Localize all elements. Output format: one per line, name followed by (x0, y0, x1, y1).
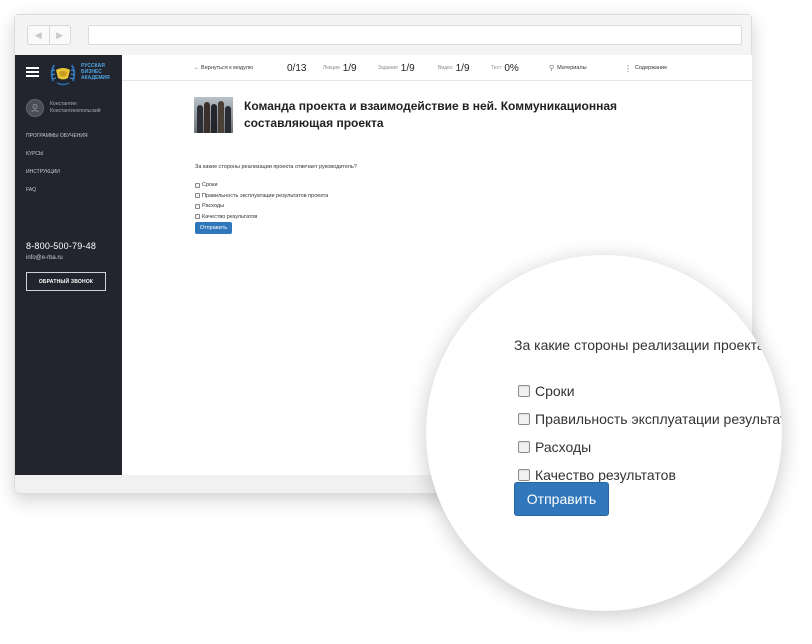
support-phone[interactable]: 8-800-500-79-48 (26, 241, 96, 251)
lesson-thumbnail-image (194, 97, 233, 133)
user-avatar-icon (26, 99, 44, 117)
support-email[interactable]: info@e-rba.ru (26, 255, 63, 261)
lesson-topbar: ← Вернуться к модулю 0/13 Лекции 1/9 Зада… (122, 55, 752, 81)
quiz-question: За какие стороны реализации проекта отве… (195, 164, 357, 170)
callback-button[interactable]: Обратный звонок (26, 272, 106, 291)
sidebar-item-programs[interactable]: Программы обучения (26, 133, 88, 139)
zoomed-quiz-option[interactable]: Расходы (518, 433, 782, 461)
checkbox[interactable] (518, 441, 530, 453)
address-bar[interactable] (88, 25, 742, 45)
zoomed-quiz-options: Сроки Правильность эксплуатации результа… (518, 377, 782, 489)
paperclip-icon: ⚲ (549, 65, 555, 72)
sidebar-item-courses[interactable]: Курсы (26, 151, 88, 157)
quiz-options: Сроки Правильность эксплуатации результа… (195, 180, 328, 222)
sidebar-item-instructions[interactable]: Инструкции (26, 169, 88, 175)
hamburger-menu-icon[interactable] (26, 67, 39, 77)
quiz-option[interactable]: Сроки (195, 180, 328, 191)
sidebar: Русская Бизнес Академия Константин Конст… (15, 55, 122, 475)
sidebar-item-faq[interactable]: FAQ (26, 187, 88, 193)
browser-toolbar: ◀ ▶ (15, 15, 751, 55)
checkbox[interactable] (518, 385, 530, 397)
zoomed-quiz-option[interactable]: Сроки (518, 377, 782, 405)
sidebar-menu: Программы обучения Курсы Инструкции FAQ (26, 133, 88, 205)
quiz-option[interactable]: Расходы (195, 201, 328, 212)
academy-logo-emblem (50, 64, 76, 86)
zoomed-quiz-question: За какие стороны реализации проекта (514, 337, 765, 353)
zoomed-quiz-option[interactable]: Правильность эксплуатации результатов (518, 405, 782, 433)
test-counter: Тест 0% (491, 62, 519, 74)
lesson-title: Команда проекта и взаимодействие в ней. … (244, 99, 618, 130)
video-counter: Видео 1/9 (438, 62, 470, 74)
zoom-magnifier: За какие стороны реализации проекта Срок… (426, 255, 782, 611)
checkbox[interactable] (518, 469, 530, 481)
zoomed-submit-button[interactable]: Отправить (514, 482, 609, 516)
materials-link[interactable]: ⚲ Материалы (549, 55, 587, 81)
checkbox[interactable] (195, 182, 200, 188)
checkbox[interactable] (518, 413, 530, 425)
lectures-counter: Лекции 1/9 (323, 62, 357, 74)
overall-progress: 0/13 (287, 62, 307, 74)
user-profile[interactable]: Константин Константинопольский (26, 99, 101, 117)
quiz-option[interactable]: Правильность эксплуатации результатов пр… (195, 191, 328, 202)
contents-link[interactable]: ⋮ Содержание (624, 55, 667, 81)
browser-nav-buttons: ◀ ▶ (27, 25, 71, 45)
forward-arrow-icon[interactable]: ▶ (48, 26, 71, 44)
back-to-module-link[interactable]: ← Вернуться к модулю (194, 55, 253, 81)
tasks-counter: Задания 1/9 (378, 62, 415, 74)
checkbox[interactable] (195, 193, 200, 199)
vertical-dots-icon: ⋮ (624, 63, 632, 73)
checkbox[interactable] (195, 203, 200, 209)
checkbox[interactable] (195, 214, 200, 220)
submit-button[interactable]: Отправить (195, 222, 232, 234)
academy-logo-text: Русская Бизнес Академия (81, 63, 110, 81)
quiz-option[interactable]: Качество результатов (195, 212, 328, 223)
back-arrow-icon[interactable]: ◀ (28, 26, 49, 44)
user-name: Константин Константинопольский (50, 101, 101, 114)
